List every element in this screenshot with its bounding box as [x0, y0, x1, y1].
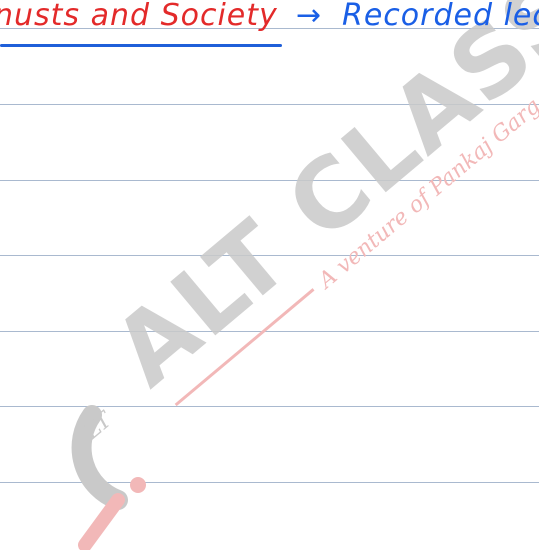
heading-red-text: nusts and Society	[0, 0, 278, 33]
ruled-line	[0, 406, 539, 407]
ruled-line	[0, 180, 539, 181]
notebook-page: LT ALT CLASSES A venture of Pankaj Garg …	[0, 0, 539, 550]
ruled-line	[0, 331, 539, 332]
alt-logo-icon: LT	[71, 405, 146, 550]
arrow-icon: →	[296, 0, 323, 33]
heading-underline	[0, 44, 282, 47]
heading-blue-text: Recorded lec	[342, 0, 539, 33]
logo-letters: LT	[79, 406, 119, 445]
watermark-brand: ALT CLASSES	[93, 0, 539, 408]
watermark-tagline: A venture of Pankaj Garg	[313, 94, 539, 295]
ruled-line	[0, 482, 539, 483]
ruled-line	[0, 104, 539, 105]
watermark: LT ALT CLASSES A venture of Pankaj Garg	[71, 0, 539, 550]
ruled-line	[0, 255, 539, 256]
